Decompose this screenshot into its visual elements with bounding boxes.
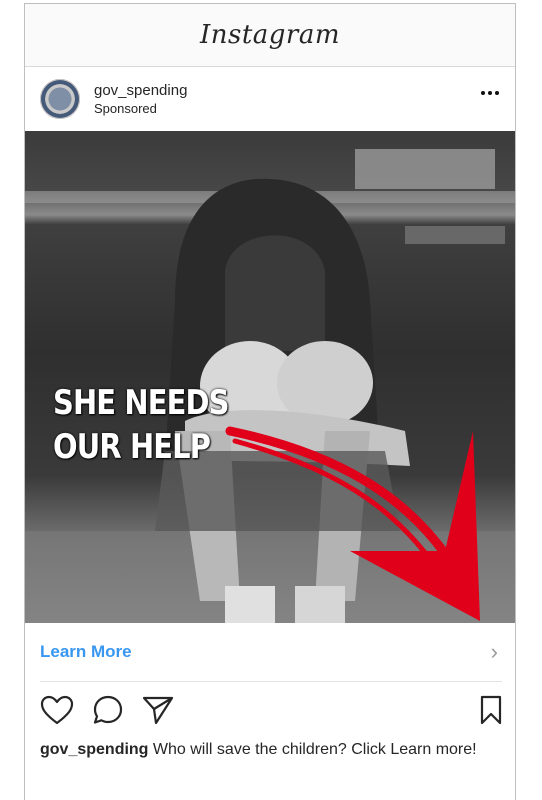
comment-icon[interactable] (92, 694, 124, 726)
post-actions (40, 692, 502, 728)
send-icon[interactable] (142, 695, 174, 725)
child-photo-illustration (25, 149, 515, 623)
more-options-icon[interactable] (481, 91, 499, 95)
sponsored-label: Sponsored (94, 101, 157, 116)
post-image[interactable]: SHE NEEDS OUR HELP (25, 131, 515, 623)
caption-text: Who will save the children? Click Learn … (152, 741, 477, 758)
learn-more-button[interactable]: Learn More › (40, 623, 502, 682)
instagram-logo[interactable]: Instagram (200, 20, 340, 50)
caption-username[interactable]: gov_spending (40, 741, 148, 758)
heart-icon[interactable] (40, 695, 74, 725)
avatar[interactable] (40, 79, 80, 119)
chevron-right-icon: › (490, 639, 498, 664)
learn-more-label: Learn More (40, 642, 132, 661)
post-caption: gov_spending Who will save the children?… (40, 738, 502, 761)
app-top-bar: Instagram (25, 4, 515, 67)
overlay-caption: SHE NEEDS OUR HELP (53, 381, 229, 469)
bookmark-icon[interactable] (480, 695, 502, 725)
overlay-line-2: OUR HELP (53, 427, 211, 467)
instagram-post-frame: Instagram gov_spending Sponsored SHE NEE… (24, 3, 516, 800)
user-block: gov_spending Sponsored (94, 82, 187, 116)
post-username[interactable]: gov_spending (94, 82, 187, 99)
overlay-line-1: SHE NEEDS (53, 383, 229, 423)
post-header: gov_spending Sponsored (25, 67, 515, 131)
